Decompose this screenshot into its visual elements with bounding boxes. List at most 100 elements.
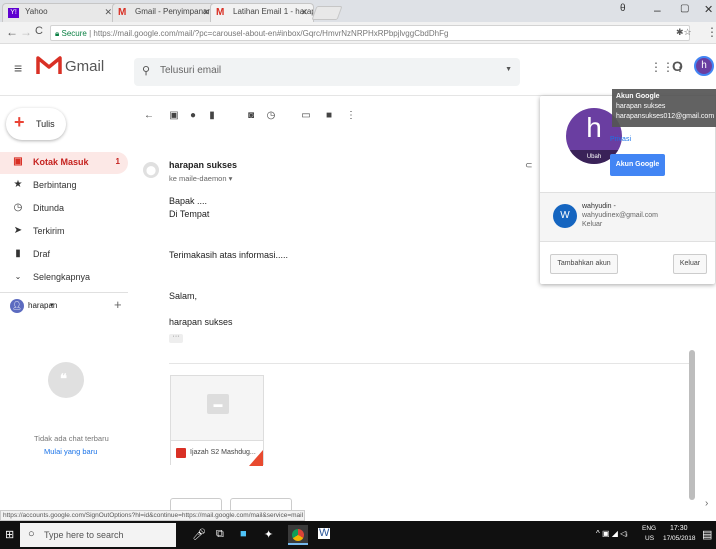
draft-icon: ▮ <box>15 248 21 259</box>
clock-icon: ◷ <box>13 202 23 213</box>
status-bar-url: https://accounts.google.com/SignOutOptio… <box>0 510 305 521</box>
profile-icon[interactable]: θ <box>620 3 626 14</box>
taskbar-search-input[interactable]: ○ Type here to search <box>20 523 176 547</box>
other-account-avatar: W <box>553 204 577 228</box>
mark-unread-icon[interactable]: ◙ <box>245 110 257 122</box>
chrome-icon <box>292 529 304 541</box>
folded-corner-icon <box>249 450 263 466</box>
close-tab-icon[interactable]: ✕ <box>104 7 112 18</box>
close-tab-icon[interactable]: ✕ <box>202 7 210 18</box>
gmail-favicon-icon: M <box>216 7 225 18</box>
system-tray-icons[interactable]: ^ ▣ ◢ ◁ᵢ <box>596 529 628 538</box>
message-line: harapan sukses <box>169 317 233 327</box>
sidebar-divider <box>0 292 128 293</box>
file-explorer-icon[interactable]: ✦ <box>264 528 273 541</box>
sidebar-item-drafts[interactable]: ▮ Draf <box>0 244 128 266</box>
add-chat-icon[interactable]: + <box>114 297 122 312</box>
menu-kebab-icon[interactable]: ⋮ <box>706 25 716 39</box>
sidebar-item-inbox[interactable]: ▣ Kotak Masuk 1 <box>0 152 128 174</box>
more-options-icon[interactable]: ⋮ <box>345 110 357 122</box>
address-bar: ← → C 🔒︎ Secure | https://mail.google.co… <box>0 22 716 44</box>
send-icon: ➤ <box>13 225 23 236</box>
star-icon: ★ <box>13 179 23 190</box>
windows-start-icon[interactable]: ⊞ <box>5 528 14 541</box>
sign-out-button[interactable]: Keluar <box>673 254 707 274</box>
account-tooltip: Akun Google harapan sukses harapansukses… <box>612 89 716 127</box>
sidebar-item-more[interactable]: ⌄ Selengkapnya <box>0 267 128 289</box>
other-account-row[interactable]: W wahyudin - wahyudinex@gmail.com Keluar <box>540 192 715 242</box>
url-input[interactable]: 🔒︎ Secure | https://mail.google.com/mail… <box>50 25 690 41</box>
privacy-link[interactable]: Privasi <box>610 136 631 143</box>
new-tab-button[interactable] <box>311 6 343 20</box>
reply-button[interactable] <box>170 498 222 510</box>
gmail-m-icon <box>36 56 62 74</box>
forward-button[interactable] <box>230 498 292 510</box>
gmail-favicon-icon: M <box>118 7 127 18</box>
sidebar-item-sent[interactable]: ➤ Terkirim <box>0 221 128 243</box>
gmail-logo[interactable] <box>36 54 62 78</box>
image-file-icon <box>176 448 186 458</box>
close-window-icon[interactable]: ✕ <box>704 3 713 16</box>
word-icon[interactable]: W <box>318 528 331 539</box>
gmail-logo-text: Gmail <box>65 58 105 75</box>
tab-yahoo[interactable]: Y! Yahoo ✕ <box>2 3 118 22</box>
recipient-line[interactable]: ke maile-daemon ▾ <box>169 174 232 183</box>
move-to-icon[interactable]: ▭ <box>300 110 312 122</box>
star-bookmark-icon[interactable]: ✱☆ <box>676 27 692 38</box>
main-menu-icon[interactable]: ≡ <box>14 60 22 76</box>
sender-avatar: ⬤ <box>143 162 159 178</box>
archive-icon[interactable]: ▣ <box>168 110 180 122</box>
sidebar-item-snoozed[interactable]: ◷ Ditunda <box>0 198 128 220</box>
report-spam-icon[interactable]: ● <box>187 110 199 122</box>
attachment-label-bar: Ijazah S2 Mashdug... <box>171 440 263 466</box>
show-trimmed-content-button[interactable]: ··· <box>169 333 183 343</box>
hangouts-user[interactable]: 👤︎ harapan ▾ + <box>10 297 128 317</box>
plus-icon: + <box>14 112 25 132</box>
unread-count: 1 <box>115 157 120 166</box>
maximize-icon[interactable]: ▢ <box>680 3 689 14</box>
tab-latihan-email[interactable]: M Latihan Email 1 - harapa ✕ <box>210 3 314 22</box>
microphone-icon[interactable]: 🎤︎ <box>192 528 206 541</box>
minimize-icon[interactable]: – <box>654 3 661 17</box>
reload-icon[interactable]: C <box>35 25 43 37</box>
search-options-icon[interactable]: ▼ <box>505 66 512 73</box>
task-view-icon[interactable]: ⧉ <box>216 528 224 541</box>
search-input[interactable]: ⚲ Telusuri email ▼ <box>134 58 520 86</box>
gmail-header: ≡ Gmail ⚲ Telusuri email ▼ ⋮⋮⋮ O h <box>0 44 716 96</box>
chevron-down-icon: ⌄ <box>14 272 22 281</box>
user-avatar-icon: 👤︎ <box>10 299 24 313</box>
language-indicator[interactable]: ENG <box>642 525 656 532</box>
store-icon[interactable]: ■ <box>240 528 247 540</box>
back-icon[interactable]: ← <box>6 25 18 39</box>
account-avatar[interactable]: h <box>694 56 714 76</box>
lock-icon: 🔒︎ <box>55 29 60 38</box>
google-account-button[interactable]: Akun Google <box>610 154 665 176</box>
label-icon[interactable]: ■ <box>323 110 335 122</box>
notifications-icon[interactable]: O <box>672 58 683 74</box>
yahoo-favicon-icon: Y! <box>8 8 19 18</box>
inbox-icon: ▣ <box>13 156 23 167</box>
back-to-inbox-icon[interactable]: ← <box>143 110 155 122</box>
compose-button[interactable]: + Tulis <box>6 108 66 140</box>
clock-date[interactable]: 17/05/2018 <box>663 535 696 542</box>
search-icon: ⚲ <box>142 65 151 77</box>
message-line: Di Tempat <box>169 209 210 219</box>
message-line: Terimakasih atas informasi..... <box>169 250 289 260</box>
delete-icon[interactable]: ▮ <box>206 110 218 122</box>
hangouts-icon: ❝ <box>48 362 84 398</box>
tab-gmail-inbox[interactable]: M Gmail - Penyimpanan da ✕ <box>112 3 216 22</box>
scrollbar-thumb[interactable] <box>689 350 695 500</box>
attachment-card[interactable]: ▬ Ijazah S2 Mashdug... <box>170 375 264 466</box>
add-account-button[interactable]: Tambahkan akun <box>550 254 618 274</box>
snooze-icon[interactable]: ◷ <box>265 110 277 122</box>
chevron-down-icon: ▾ <box>50 302 54 309</box>
attachment-clip-icon: ⊂ <box>525 160 533 170</box>
start-new-chat-link[interactable]: Mulai yang baru <box>44 447 97 456</box>
side-panel-toggle-icon[interactable]: › <box>705 498 708 509</box>
notification-center-icon[interactable]: ▤ <box>702 528 712 541</box>
browser-tab-bar: Y! Yahoo ✕ M Gmail - Penyimpanan da ✕ M … <box>0 0 716 22</box>
clock-time[interactable]: 17:30 <box>670 525 688 532</box>
close-tab-icon[interactable]: ✕ <box>300 7 308 18</box>
sidebar-item-starred[interactable]: ★ Berbintang <box>0 175 128 197</box>
forward-icon[interactable]: → <box>20 25 32 39</box>
